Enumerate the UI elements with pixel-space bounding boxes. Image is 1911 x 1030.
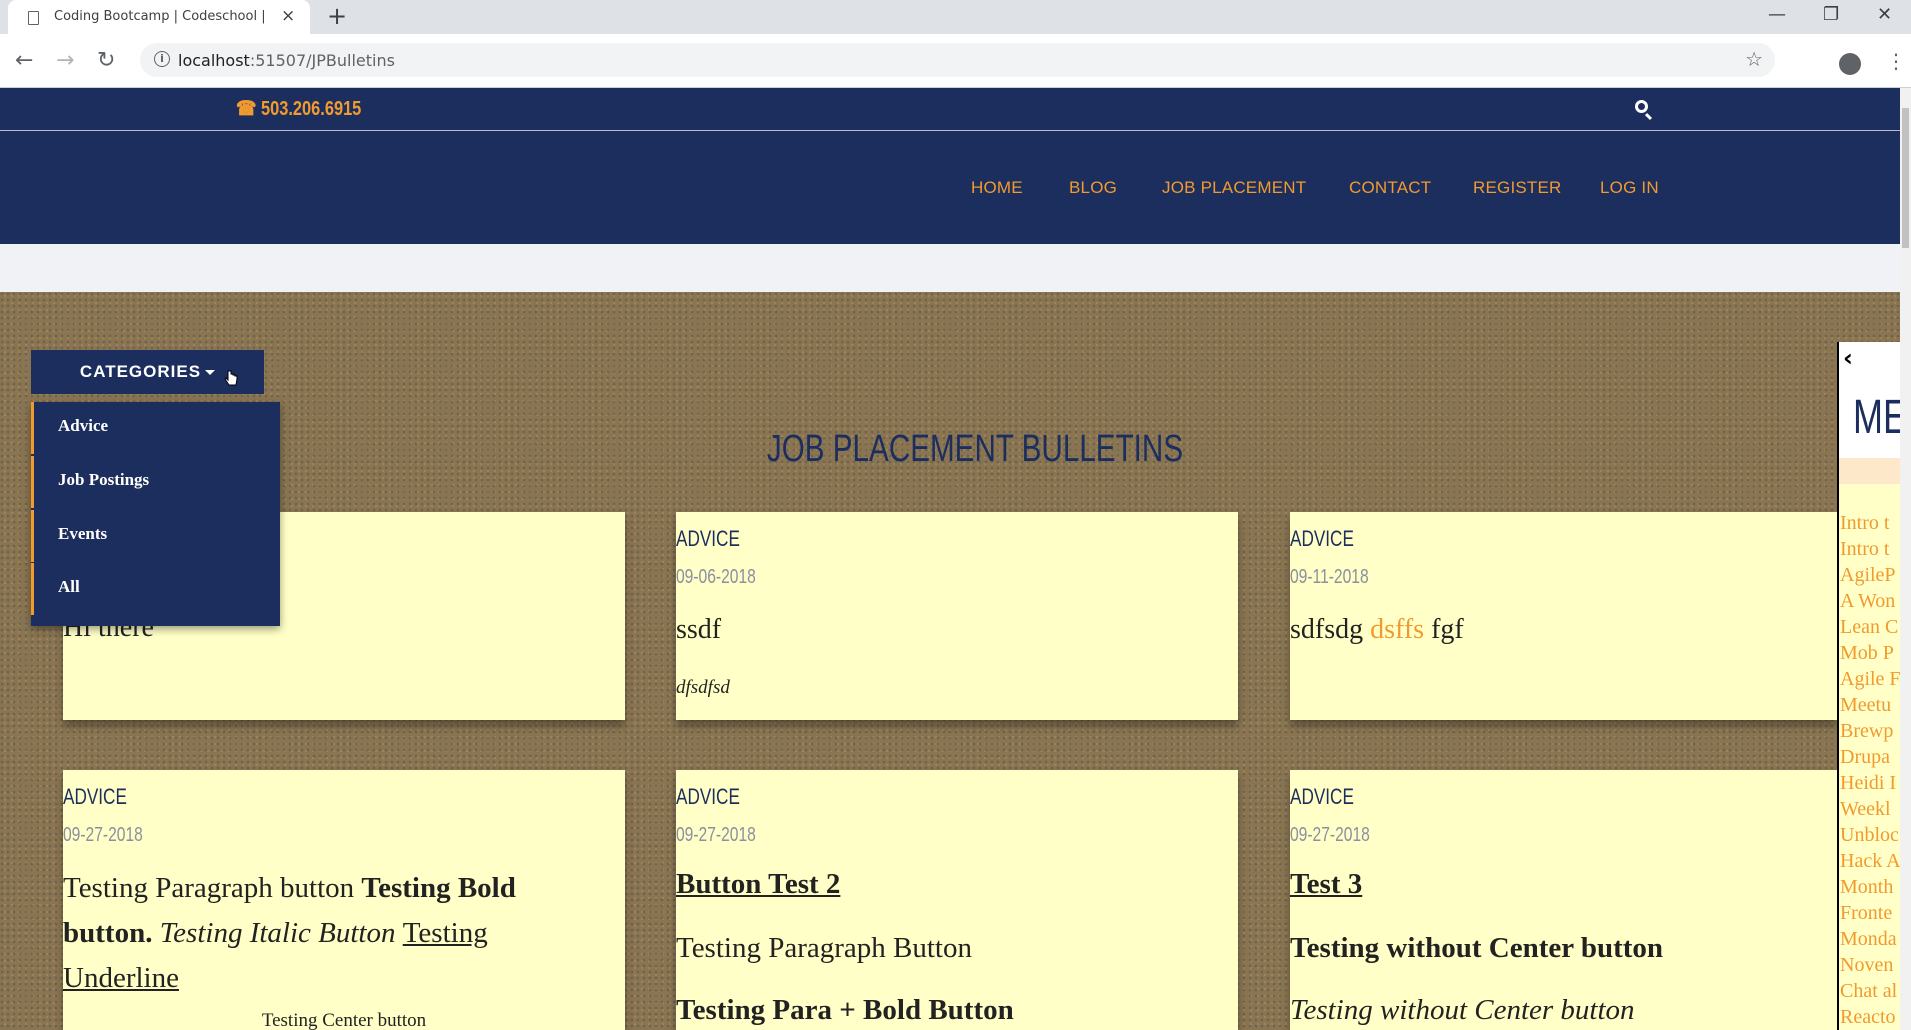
- card-date: 09-11-2018: [1290, 566, 1369, 588]
- card-category: ADVICE: [676, 526, 740, 551]
- nav-log-in[interactable]: LOG IN: [1600, 178, 1659, 198]
- side-panel-link[interactable]: A Won: [1840, 590, 1901, 616]
- card-category: ADVICE: [1290, 526, 1354, 551]
- nav-home[interactable]: HOME: [971, 178, 1023, 198]
- side-panel-link[interactable]: Mob P: [1840, 642, 1901, 668]
- card-italic: Testing without Center button: [1290, 994, 1635, 1026]
- card-heading: Test 3: [1290, 868, 1363, 900]
- chevron-left-icon[interactable]: ‹: [1843, 344, 1853, 372]
- search-icon[interactable]: [1635, 100, 1648, 113]
- side-panel-link[interactable]: Intro t: [1840, 512, 1901, 538]
- card-bold-text: Testing without Center button: [1290, 932, 1664, 964]
- bookmark-star-icon[interactable]: ☆: [1745, 47, 1763, 71]
- bulletin-board: JOB PLACEMENT BULLETINS Hi there ADVICE …: [0, 292, 1902, 1030]
- scrollbar-thumb[interactable]: [1902, 108, 1909, 248]
- new-tab-button[interactable]: +: [327, 2, 347, 30]
- address-bar-row: ← → ↻ i localhost:51507/JPBulletins ☆ ⋮: [0, 34, 1911, 88]
- bulletin-card: ADVICE 09-27-2018 Testing Paragraph butt…: [63, 770, 625, 1030]
- card-category: ADVICE: [1290, 784, 1354, 809]
- bulletin-card: ADVICE 09-27-2018 Test 3 Testing without…: [1290, 770, 1837, 1030]
- maximize-button[interactable]: ❐: [1823, 4, 1839, 25]
- phone-number[interactable]: ☎ 503.206.6915: [236, 96, 361, 121]
- reload-icon[interactable]: ↻: [97, 48, 115, 73]
- side-panel-links: Intro t Intro t AgileP A Won Lean C Mob P Agil…: [1840, 512, 1901, 1030]
- nav-job-placement[interactable]: JOB PLACEMENT: [1162, 178, 1306, 198]
- categories-menu: Advice Job Postings Events All: [31, 402, 280, 626]
- side-panel-link[interactable]: Meetu: [1840, 694, 1901, 720]
- side-panel-link[interactable]: Chat al: [1840, 980, 1901, 1006]
- card-heading: ssdf: [676, 614, 722, 645]
- card-heading: Button Test 2: [676, 868, 841, 900]
- side-panel-stripe: [1839, 458, 1902, 484]
- side-panel-link[interactable]: Lean C: [1840, 616, 1901, 642]
- side-panel-link[interactable]: Drupa: [1840, 746, 1901, 772]
- main-navigation: HOME BLOG JOB PLACEMENT CONTACT REGISTER…: [0, 131, 1900, 244]
- card-body: Testing Paragraph button Testing Bold bu…: [63, 872, 516, 994]
- page-icon: [28, 11, 39, 25]
- caret-down-icon: [205, 370, 216, 376]
- side-panel-link[interactable]: Fronte: [1840, 902, 1901, 928]
- browser-menu-icon[interactable]: ⋮: [1886, 49, 1906, 73]
- side-panel-link[interactable]: Weekl: [1840, 798, 1901, 824]
- side-panel-link[interactable]: Reacto: [1840, 1006, 1901, 1030]
- category-item-advice[interactable]: Advice: [31, 402, 280, 454]
- hand-cursor-icon: [224, 370, 238, 386]
- side-panel-link[interactable]: Heidi I: [1840, 772, 1901, 798]
- category-item-events[interactable]: Events: [31, 510, 280, 562]
- card-centered-text: Testing Center button: [261, 1010, 427, 1030]
- back-icon[interactable]: ←: [15, 48, 33, 73]
- info-icon[interactable]: i: [154, 51, 170, 67]
- minimize-button[interactable]: —: [1768, 4, 1786, 25]
- card-paragraph: Testing Paragraph Button: [676, 932, 972, 964]
- card-category: ADVICE: [676, 784, 740, 809]
- card-date: 09-27-2018: [676, 824, 756, 846]
- browser-tab-strip: Coding Bootcamp | Codeschool | × + — ❐ ✕: [0, 0, 1911, 34]
- side-panel-link[interactable]: Agile F: [1840, 668, 1901, 694]
- nav-blog[interactable]: BLOG: [1069, 178, 1117, 198]
- nav-register[interactable]: REGISTER: [1473, 178, 1562, 198]
- browser-tab[interactable]: Coding Bootcamp | Codeschool | ×: [8, 0, 310, 34]
- card-category: ADVICE: [63, 784, 127, 809]
- page-title: JOB PLACEMENT BULLETINS: [766, 428, 1184, 470]
- side-panel-link[interactable]: Brewp: [1840, 720, 1901, 746]
- side-panel-link[interactable]: Monda: [1840, 928, 1901, 954]
- side-panel-link[interactable]: Hack A: [1840, 850, 1901, 876]
- bulletin-card: ADVICE 09-11-2018 sdfsdg dsffs fgf: [1290, 512, 1837, 720]
- url-text: localhost:51507/JPBulletins: [178, 51, 395, 70]
- category-item-job-postings[interactable]: Job Postings: [31, 456, 280, 508]
- header-spacer-band: [0, 244, 1900, 292]
- card-date: 09-06-2018: [676, 566, 756, 588]
- category-item-all[interactable]: All: [31, 563, 280, 615]
- card-link[interactable]: dsffs: [1370, 614, 1424, 645]
- side-panel-header: ‹ ME: [1839, 342, 1902, 484]
- side-panel-link[interactable]: Unbloc: [1840, 824, 1901, 850]
- card-italic: dfsdfsd: [676, 677, 730, 698]
- card-date: 09-27-2018: [63, 824, 143, 846]
- side-panel-link[interactable]: Month: [1840, 876, 1901, 902]
- close-tab-icon[interactable]: ×: [281, 6, 295, 26]
- page-scrollbar[interactable]: [1900, 88, 1911, 1030]
- site-top-bar: ☎ 503.206.6915: [0, 88, 1900, 131]
- forward-icon[interactable]: →: [56, 48, 74, 73]
- tab-title: Coding Bootcamp | Codeschool |: [54, 9, 266, 24]
- side-panel-link[interactable]: Intro t: [1840, 538, 1901, 564]
- nav-contact[interactable]: CONTACT: [1349, 178, 1431, 198]
- omnibox[interactable]: i localhost:51507/JPBulletins ☆: [140, 43, 1775, 77]
- side-panel-heading: ME: [1853, 391, 1902, 444]
- close-window-button[interactable]: ✕: [1877, 4, 1892, 25]
- side-panel-link[interactable]: Noven: [1840, 954, 1901, 980]
- card-date: 09-27-2018: [1290, 824, 1370, 846]
- side-panel-link[interactable]: AgileP: [1840, 564, 1901, 590]
- side-panel: ‹ ME Intro t Intro t AgileP A Won Lean C Mob …: [1837, 342, 1902, 1030]
- bulletin-card: ADVICE 09-27-2018 Button Test 2 Testing …: [676, 770, 1238, 1030]
- bulletin-card: ADVICE 09-06-2018 ssdf dfsdfsd: [676, 512, 1238, 720]
- card-bold-text: Testing Para + Bold Button: [676, 994, 1014, 1026]
- profile-avatar-icon[interactable]: [1839, 53, 1861, 75]
- card-body: sdfsdg dsffs fgf: [1290, 614, 1464, 645]
